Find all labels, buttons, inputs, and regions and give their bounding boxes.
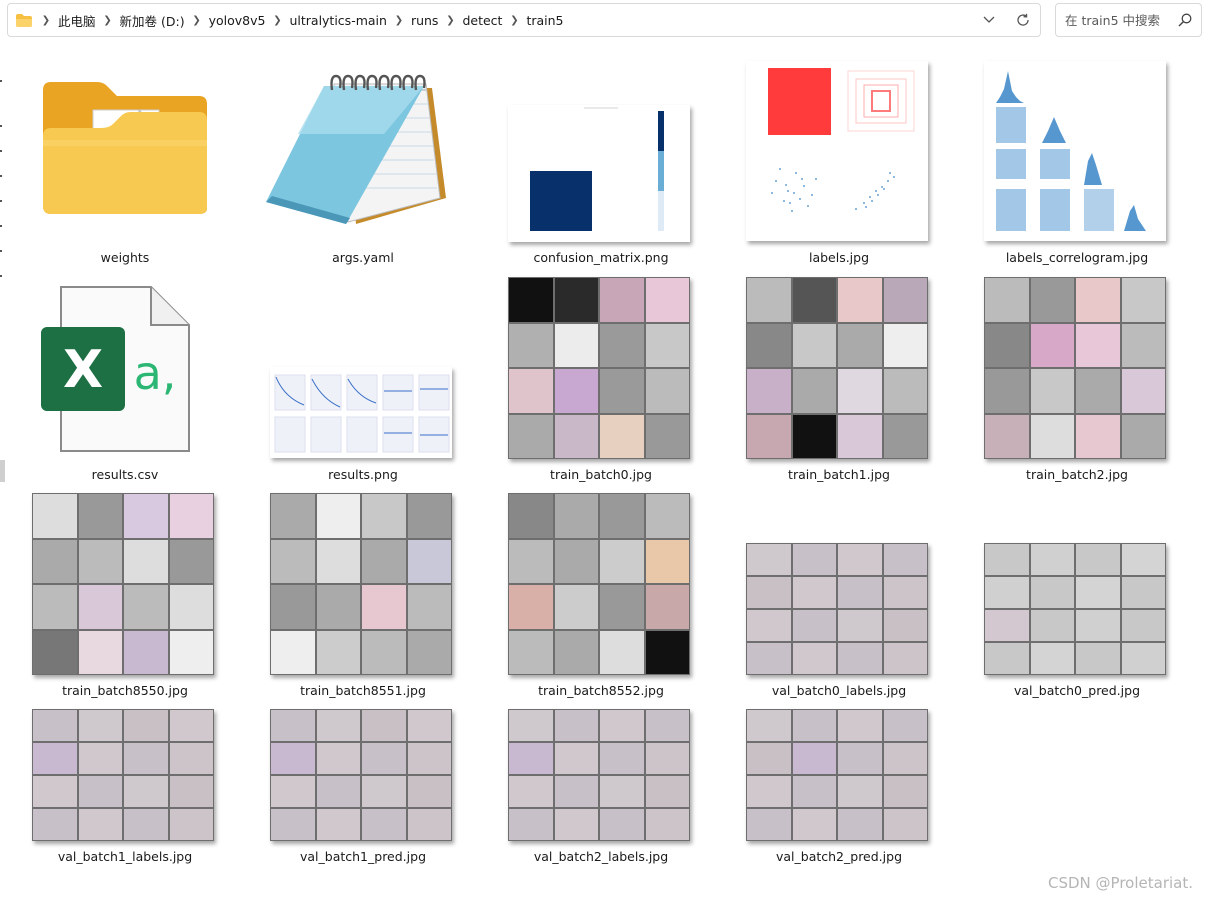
- val-batch-thumbnail: [984, 543, 1166, 675]
- file-name: train_batch8551.jpg: [300, 683, 426, 698]
- file-item-val-batch2-pred[interactable]: val_batch2_pred.jpg: [720, 709, 958, 879]
- val-batch-thumbnail: [746, 543, 928, 675]
- file-item-confusion-matrix[interactable]: confusion_matrix.png: [482, 60, 720, 270]
- confusion-matrix-thumbnail: [508, 105, 690, 242]
- file-item-val-batch0-pred[interactable]: val_batch0_pred.jpg: [958, 493, 1196, 703]
- file-name: val_batch2_labels.jpg: [533, 849, 669, 864]
- breadcrumb-item-detect[interactable]: detect: [460, 13, 504, 28]
- file-name: train_batch8550.jpg: [62, 683, 188, 698]
- chevron-right-icon[interactable]: ❯: [267, 15, 287, 26]
- file-item-args-yaml[interactable]: args.yaml: [244, 60, 482, 270]
- train-batch-thumbnail: [32, 493, 214, 675]
- file-item-train-batch2[interactable]: train_batch2.jpg: [958, 277, 1196, 487]
- train-batch-thumbnail: [508, 277, 690, 459]
- val-batch-thumbnail: [270, 709, 452, 841]
- file-item-val-batch0-labels[interactable]: val_batch0_labels.jpg: [720, 493, 958, 703]
- breadcrumb-item-drive-d[interactable]: 新加卷 (D:): [118, 11, 187, 30]
- train-batch-thumbnail: [270, 493, 452, 675]
- chevron-right-icon[interactable]: ❯: [504, 15, 524, 26]
- breadcrumb-item-yolov8v5[interactable]: yolov8v5: [207, 13, 268, 28]
- file-name: weights: [100, 250, 150, 265]
- file-name: args.yaml: [332, 250, 394, 265]
- train-batch-thumbnail: [746, 277, 928, 459]
- file-name: val_batch2_pred.jpg: [775, 849, 902, 864]
- folder-icon: [43, 82, 207, 214]
- file-item-train-batch8550[interactable]: train_batch8550.jpg: [6, 493, 244, 703]
- file-item-weights[interactable]: weights: [6, 60, 244, 270]
- svg-text:X: X: [63, 340, 103, 400]
- train-batch-thumbnail: [984, 277, 1166, 459]
- breadcrumb: ❯ 此电脑 ❯ 新加卷 (D:) ❯ yolov8v5 ❯ ultralytic…: [8, 4, 972, 36]
- file-name: val_batch0_labels.jpg: [771, 683, 907, 698]
- file-name: results.png: [328, 467, 398, 482]
- file-name: results.csv: [91, 467, 159, 482]
- search-input[interactable]: [1065, 12, 1173, 28]
- file-name: train_batch2.jpg: [1026, 467, 1128, 482]
- file-name: train_batch0.jpg: [550, 467, 652, 482]
- refresh-icon: [1017, 13, 1029, 26]
- file-name: labels_correlogram.jpg: [1005, 250, 1149, 265]
- excel-csv-icon: X a,: [41, 286, 190, 452]
- file-item-train-batch8552[interactable]: train_batch8552.jpg: [482, 493, 720, 703]
- breadcrumb-item-ultralytics-main[interactable]: ultralytics-main: [287, 13, 388, 28]
- breadcrumb-item-this-pc[interactable]: 此电脑: [56, 11, 98, 30]
- file-item-results-csv[interactable]: X a, results.csv: [6, 277, 244, 487]
- breadcrumb-item-runs[interactable]: runs: [409, 13, 441, 28]
- folder-icon: [16, 13, 32, 27]
- chevron-right-icon[interactable]: ❯: [187, 15, 207, 26]
- chevron-right-icon[interactable]: ❯: [440, 15, 460, 26]
- file-item-val-batch1-pred[interactable]: val_batch1_pred.jpg: [244, 709, 482, 879]
- val-batch-thumbnail: [32, 709, 214, 841]
- file-name: val_batch0_pred.jpg: [1013, 683, 1140, 698]
- search-box[interactable]: [1055, 3, 1202, 37]
- correlogram-thumbnail: [984, 61, 1166, 241]
- file-item-val-batch2-labels[interactable]: val_batch2_labels.jpg: [482, 709, 720, 879]
- file-name: val_batch1_labels.jpg: [57, 849, 193, 864]
- file-name: val_batch1_pred.jpg: [299, 849, 426, 864]
- breadcrumb-item-train5[interactable]: train5: [524, 13, 565, 28]
- val-batch-thumbnail: [508, 709, 690, 841]
- val-batch-thumbnail: [746, 709, 928, 841]
- file-name: train_batch8552.jpg: [538, 683, 664, 698]
- file-item-results-png[interactable]: results.png: [244, 277, 482, 487]
- search-icon[interactable]: [1178, 13, 1192, 27]
- history-dropdown-button[interactable]: [972, 4, 1006, 36]
- file-item-train-batch8551[interactable]: train_batch8551.jpg: [244, 493, 482, 703]
- svg-text:a,: a,: [134, 346, 177, 400]
- train-batch-thumbnail: [508, 493, 690, 675]
- file-name: confusion_matrix.png: [533, 250, 669, 265]
- file-item-train-batch0[interactable]: train_batch0.jpg: [482, 277, 720, 487]
- results-plot-thumbnail: [270, 367, 452, 458]
- refresh-button[interactable]: [1006, 4, 1040, 36]
- chevron-down-icon: [983, 16, 995, 23]
- notepad-icon: [266, 74, 446, 224]
- address-bar[interactable]: ❯ 此电脑 ❯ 新加卷 (D:) ❯ yolov8v5 ❯ ultralytic…: [7, 3, 1041, 37]
- watermark: CSDN @Proletariat.: [1048, 874, 1193, 892]
- chevron-right-icon[interactable]: ❯: [36, 15, 56, 26]
- file-item-val-batch1-labels[interactable]: val_batch1_labels.jpg: [6, 709, 244, 879]
- labels-thumbnail: [746, 61, 928, 241]
- file-item-train-batch1[interactable]: train_batch1.jpg: [720, 277, 958, 487]
- file-name: train_batch1.jpg: [788, 467, 890, 482]
- chevron-right-icon[interactable]: ❯: [98, 15, 118, 26]
- chevron-right-icon[interactable]: ❯: [389, 15, 409, 26]
- file-name: labels.jpg: [808, 250, 870, 265]
- file-item-labels[interactable]: labels.jpg: [720, 60, 958, 270]
- file-item-labels-correlogram[interactable]: labels_correlogram.jpg: [958, 60, 1196, 270]
